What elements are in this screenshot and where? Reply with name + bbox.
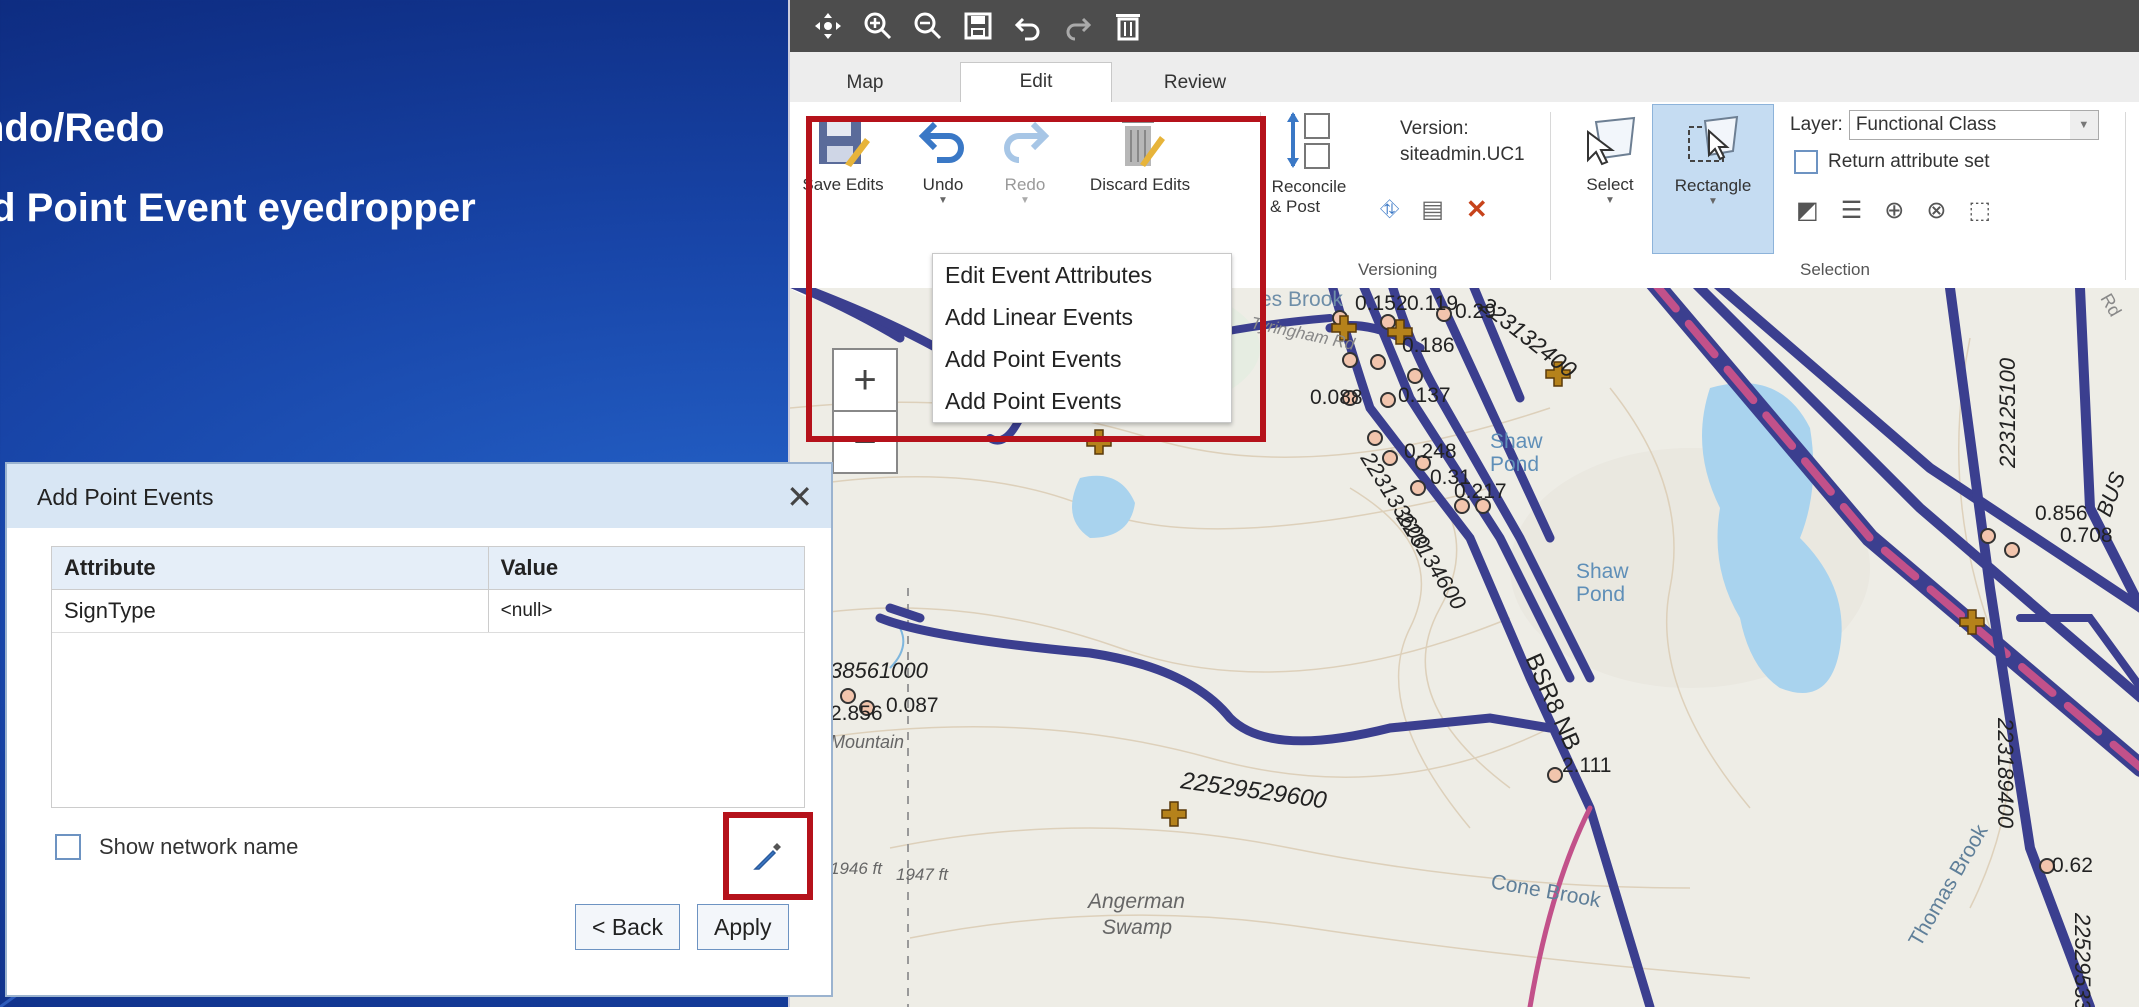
map-label: 2.856 (830, 702, 883, 725)
map-label: 1946 ft (830, 859, 883, 878)
attribute-cell: SignType (52, 589, 489, 633)
redo-icon[interactable] (1060, 8, 1096, 44)
table-row[interactable]: SignType <null> (52, 589, 804, 633)
select-button[interactable]: Select ▼ (1570, 114, 1650, 206)
close-icon[interactable]: ✕ (786, 478, 813, 516)
map-label: 1947 ft (896, 865, 949, 884)
map-label: 38561000 (830, 658, 929, 683)
rectangle-select-icon (1688, 115, 1739, 162)
reconcile-icon (1287, 112, 1330, 169)
pan-icon[interactable] (810, 8, 846, 44)
dialog-title: Add Point Events (37, 484, 214, 510)
versioning-tools: ⛗ ▤ ✕ (1380, 194, 1488, 225)
tab-map[interactable]: Map (820, 64, 910, 102)
attribute-grid: Attribute Value SignType <null> (51, 546, 805, 808)
selection-tools: ◩ ☰ ⊕ ⊗ ⬚ (1796, 196, 1991, 225)
layer-value: Functional Class (1855, 114, 1997, 135)
chevron-down-icon[interactable]: ▼ (2069, 111, 2098, 139)
select-by-polygon-icon[interactable]: ◩ (1796, 196, 1819, 225)
return-attribute-row: Return attribute set (1794, 150, 1990, 174)
tab-review[interactable]: Review (1140, 64, 1250, 102)
map-label: Pond (1576, 583, 1625, 606)
dialog-header: Add Point Events ✕ (7, 464, 831, 528)
attribute-table-icon[interactable]: ☰ (1841, 196, 1863, 225)
zoom-out-icon[interactable] (910, 8, 946, 44)
add-point-events-dialog: Add Point Events ✕ Attribute Value SignT… (5, 462, 833, 997)
return-attribute-label: Return attribute set (1828, 151, 1990, 172)
map-label: 2.111 (1562, 754, 1611, 777)
return-attribute-checkbox[interactable] (1794, 150, 1818, 174)
delete-version-icon[interactable]: ✕ (1466, 194, 1488, 225)
map-label: 0.856 (2035, 502, 2088, 525)
clear-selection-icon[interactable]: ⬚ (1968, 196, 1991, 225)
bullet-eyedropper: ld Point Event eyedropper (0, 186, 476, 230)
delete-icon[interactable] (1110, 8, 1146, 44)
map-label: 0.217 (1454, 480, 1507, 503)
column-header-value: Value (487, 547, 804, 590)
map-label: 0.152 (1355, 292, 1408, 315)
chevron-down-icon: ▼ (1605, 195, 1615, 206)
divider (2125, 112, 2126, 280)
tab-edit[interactable]: Edit (960, 62, 1112, 103)
rectangle-button[interactable]: Rectangle ▼ (1652, 104, 1774, 254)
eyedropper-highlight (723, 812, 813, 900)
map-label: Shaw (1576, 560, 1629, 583)
map-label: Shaw (1490, 430, 1543, 453)
map-label: es Brook (1260, 288, 1343, 311)
show-network-label: Show network name (99, 834, 299, 859)
save-icon[interactable] (960, 8, 996, 44)
map-label: 0.708 (2060, 524, 2113, 547)
slide-bullets: ndo/Redo ld Point Event eyedropper (0, 88, 476, 248)
eyedropper-icon[interactable] (751, 839, 785, 873)
version-label: Version: (1400, 118, 1469, 139)
app-window: Map Edit Review Save Edits Undo ▼ Redo ▼… (788, 0, 2139, 1007)
select-icon (1587, 116, 1636, 166)
selection-group-label: Selection (1800, 260, 1870, 279)
map-label: Angerman (1086, 890, 1185, 913)
bullet-undo-redo: ndo/Redo (0, 106, 165, 150)
map-label: 0.119 (1407, 292, 1458, 315)
post-label: & Post (1270, 197, 1321, 216)
map-label: 0.186 (1402, 334, 1455, 357)
map-label: 0.137 (1398, 384, 1451, 407)
top-toolbar (790, 0, 2139, 52)
zoom-to-selection-icon[interactable]: ⊕ (1884, 196, 1904, 225)
versioning-group-label: Versioning (1358, 260, 1438, 279)
map-label: 0.248 (1404, 440, 1457, 463)
divider (1550, 112, 1551, 280)
value-cell[interactable]: <null> (487, 589, 804, 633)
layer-select[interactable]: Functional Class ▼ (1848, 110, 2099, 140)
show-network-checkbox[interactable] (55, 834, 81, 860)
map-label: 223125100 (1995, 357, 2020, 469)
undo-icon[interactable] (1010, 8, 1046, 44)
map-label: 22529533 (2070, 912, 2095, 1007)
highlight-frame (806, 116, 1266, 442)
map-label: Mountain (830, 732, 904, 752)
map-label: 223189400 (1993, 717, 2018, 829)
reconcile-label: Reconcile (1271, 177, 1347, 196)
rectangle-label: Rectangle (1674, 176, 1752, 195)
layer-label: Layer: (1790, 114, 1843, 135)
reconcile-post-button[interactable]: Reconcile & Post (1264, 108, 1354, 217)
zoom-in-icon[interactable] (860, 8, 896, 44)
version-info: Version: siteadmin.UC1 (1400, 116, 1525, 168)
map-label: Pond (1490, 453, 1539, 476)
select-label: Select (1586, 175, 1634, 194)
column-header-attribute: Attribute (52, 547, 489, 590)
tab-bar: Map Edit Review (790, 52, 2139, 103)
map-label: Swamp (1102, 916, 1172, 939)
change-version-icon[interactable]: ⛗ (1380, 196, 1399, 224)
version-value: siteadmin.UC1 (1400, 144, 1525, 165)
chevron-down-icon: ▼ (1708, 196, 1718, 207)
pan-to-selection-icon[interactable]: ⊗ (1926, 196, 1946, 225)
map-label: 0.088 (1310, 386, 1363, 409)
map-label: 0.087 (886, 694, 939, 717)
back-button[interactable]: < Back (575, 904, 680, 950)
layer-row: Layer: Functional Class ▼ (1790, 110, 2099, 140)
apply-button[interactable]: Apply (697, 904, 789, 950)
map-label: 0.62 (2052, 854, 2093, 877)
new-version-icon[interactable]: ▤ (1421, 195, 1444, 224)
